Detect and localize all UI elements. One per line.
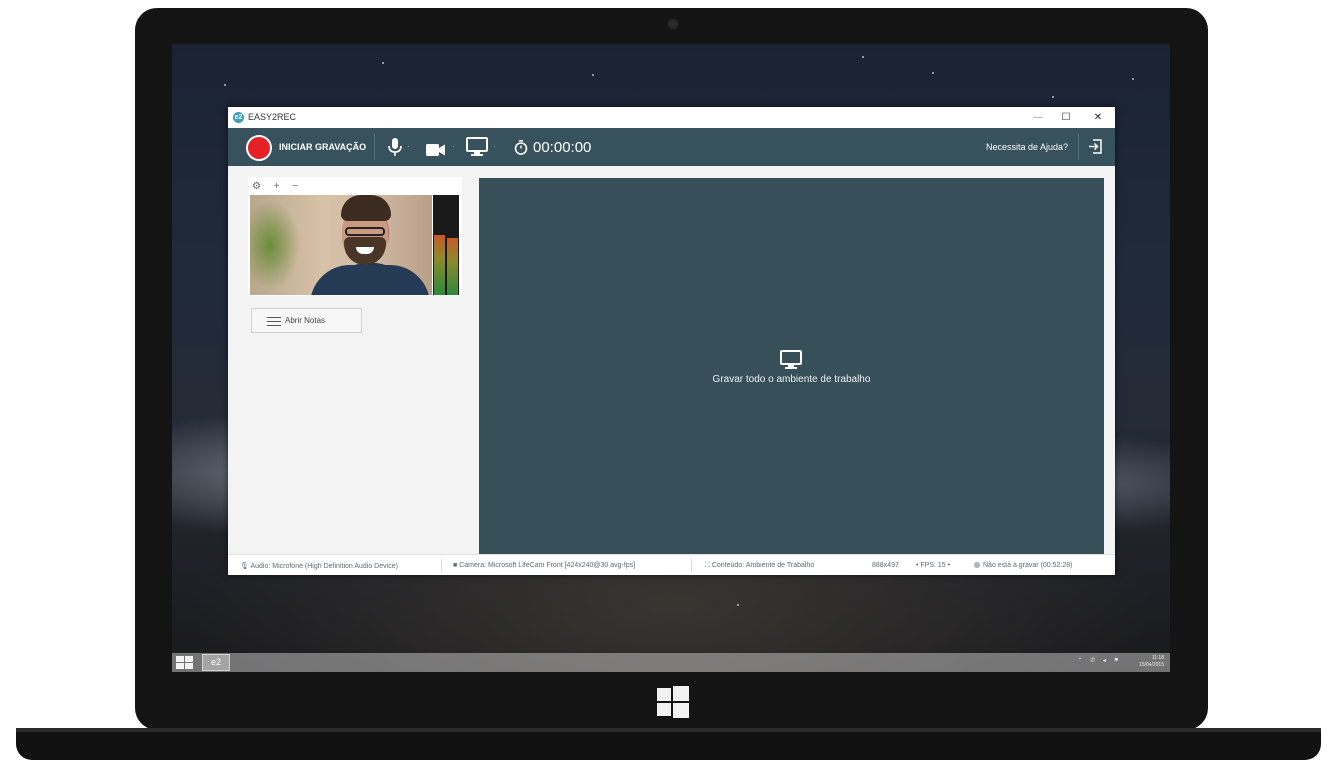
recording-status-label: Não está a gravar (00:52:28) xyxy=(983,562,1073,569)
laptop-hinge xyxy=(16,728,1321,732)
monitor-icon[interactable] xyxy=(466,137,488,157)
window-title: EASY2REC xyxy=(248,112,297,122)
sidebar: ⚙ + − Abrir Notas xyxy=(228,166,478,553)
close-button[interactable]: ✕ xyxy=(1088,109,1108,126)
toolbar: INICIAR GRAVAÇÃO · · · 00:00:00 Necessit… xyxy=(228,128,1115,166)
resolution-label: 888x497 xyxy=(872,562,899,569)
camera-preview xyxy=(250,195,432,295)
audio-level-right xyxy=(447,238,458,295)
open-notes-label: Abrir Notas xyxy=(285,316,326,325)
microphone-icon[interactable] xyxy=(388,137,402,157)
toolbar-divider xyxy=(374,134,375,160)
open-notes-button[interactable]: Abrir Notas xyxy=(251,308,362,333)
webcam-dot xyxy=(667,18,679,30)
toolbar-divider xyxy=(1078,134,1079,160)
screen-dropdown[interactable]: · xyxy=(493,142,496,151)
audio-level-left xyxy=(434,235,445,295)
video-camera-icon: ■ xyxy=(453,562,458,569)
audio-status-label: Audio: Microfone (High Definition Audio … xyxy=(250,563,398,570)
capture-area-icon: ⛶ xyxy=(705,562,710,569)
microphone-icon: 🎙︎ xyxy=(240,563,249,570)
audio-level-meter xyxy=(433,195,459,295)
laptop-mockup: e2 EASY2REC — ☐ ✕ INICIAR GRAVAÇÃO · · ·… xyxy=(0,0,1337,760)
stopwatch-icon xyxy=(514,140,528,155)
record-label[interactable]: INICIAR GRAVAÇÃO xyxy=(279,142,366,152)
camera-status: ■ Camera: Microsoft LifeCam Front [424x2… xyxy=(453,562,635,569)
recording-timer: 00:00:00 xyxy=(533,139,592,156)
status-dot-icon xyxy=(974,562,980,568)
windows-logo-icon xyxy=(657,686,689,718)
status-divider xyxy=(441,559,442,572)
record-button[interactable] xyxy=(246,135,272,161)
screen-capture-preview[interactable]: Gravar todo o ambiente de trabalho xyxy=(479,178,1104,554)
recording-status: Não está a gravar (00:52:28) xyxy=(974,562,1073,569)
camera-card: ⚙ + − xyxy=(248,177,462,296)
fps-selector[interactable]: • FPS: 15 • xyxy=(916,562,950,569)
minimize-button[interactable]: — xyxy=(1028,109,1048,126)
menu-lines-icon xyxy=(267,317,281,326)
app-logo-icon: e2 xyxy=(233,112,244,123)
taskbar: e2 ⌃ ✆ ◂ ⚑ 11:18 15/04/2015 xyxy=(172,653,1170,672)
camera-dropdown[interactable]: · xyxy=(452,142,455,151)
monitor-icon xyxy=(780,350,802,369)
status-divider xyxy=(691,559,692,572)
desktop-screen: e2 EASY2REC — ☐ ✕ INICIAR GRAVAÇÃO · · ·… xyxy=(172,44,1170,672)
help-link[interactable]: Necessita de Ajuda? xyxy=(986,142,1068,152)
status-bar: 🎙︎ Audio: Microfone (High Definition Aud… xyxy=(228,554,1115,575)
content-status-label: Conteúdo: Ambiente de Trabalho xyxy=(711,562,815,569)
mic-dropdown[interactable]: · xyxy=(407,142,410,151)
camera-status-label: Camera: Microsoft LifeCam Front [424x240… xyxy=(459,562,636,569)
taskbar-clock[interactable]: 11:18 15/04/2015 xyxy=(1139,655,1164,669)
start-button[interactable] xyxy=(176,656,194,669)
system-tray[interactable]: ⌃ ✆ ◂ ⚑ xyxy=(1078,657,1122,664)
clock-date: 15/04/2015 xyxy=(1138,662,1164,668)
camera-settings-controls[interactable]: ⚙ + − xyxy=(252,181,303,192)
title-bar: e2 EASY2REC — ☐ ✕ xyxy=(228,107,1115,128)
clock-time: 11:18 xyxy=(1151,655,1164,661)
easy2rec-window: e2 EASY2REC — ☐ ✕ INICIAR GRAVAÇÃO · · ·… xyxy=(228,107,1115,575)
audio-status: 🎙︎ Audio: Microfone (High Definition Aud… xyxy=(240,562,398,570)
video-camera-icon[interactable] xyxy=(426,140,446,160)
preview-label: Gravar todo o ambiente de trabalho xyxy=(712,374,871,385)
laptop-base xyxy=(16,728,1321,760)
taskbar-easy2rec[interactable]: e2 xyxy=(202,654,230,671)
maximize-button[interactable]: ☐ xyxy=(1056,109,1076,126)
content-status: ⛶ Conteúdo: Ambiente de Trabalho xyxy=(705,562,814,570)
exit-icon[interactable] xyxy=(1088,139,1103,154)
